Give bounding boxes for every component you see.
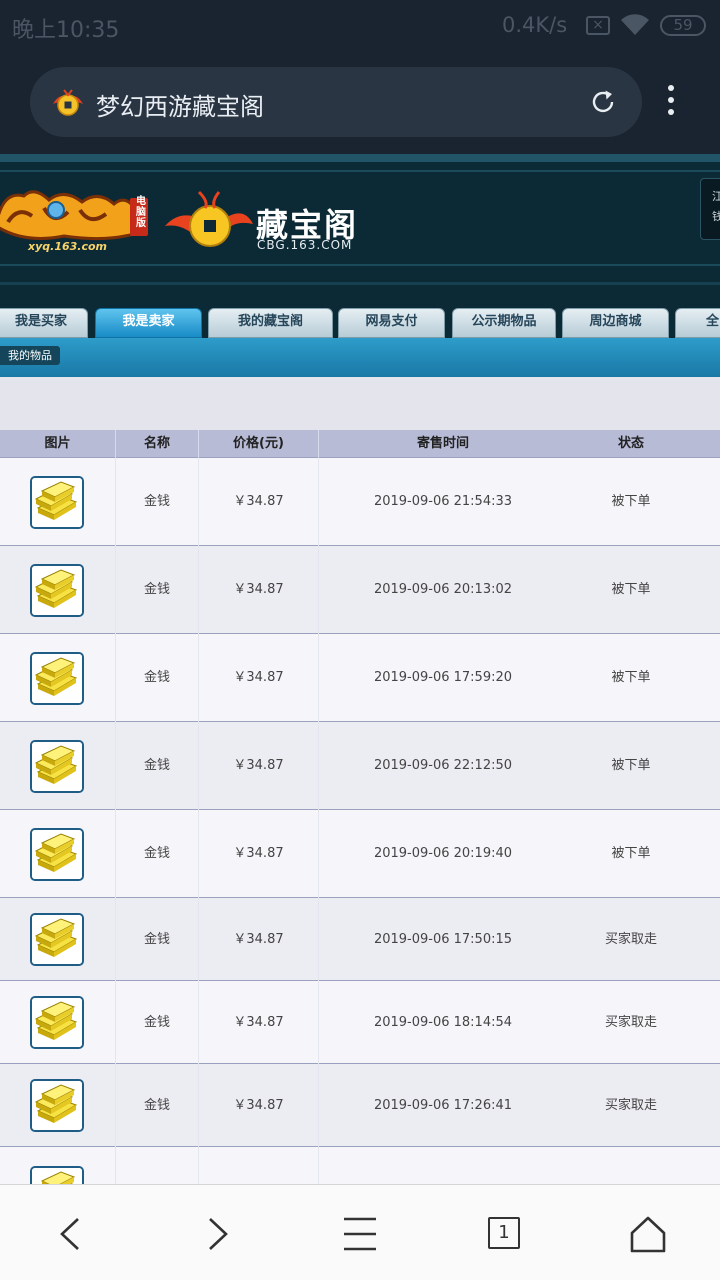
gold-item-icon[interactable]: [30, 740, 84, 793]
gold-item-icon[interactable]: [30, 828, 84, 881]
game-site-url: xyq.163.com: [28, 240, 107, 253]
item-status: 被下单: [611, 758, 651, 773]
item-status: 买家取走: [604, 1015, 657, 1030]
item-price: ￥34.87: [233, 494, 284, 509]
browser-screen: 晚上10:35 0.4K/s × 59 梦幻西游藏宝阁 xyq.163.com …: [0, 0, 720, 1280]
col-status: 状态: [617, 436, 644, 451]
browser-bottom-nav: 1: [0, 1184, 720, 1280]
item-price: ￥34.87: [233, 932, 284, 947]
item-name: 金钱: [143, 758, 170, 773]
table-row[interactable]: 金钱 ￥34.87 2019-09-06 22:12:50 被下单: [0, 722, 720, 810]
gold-item-icon[interactable]: [30, 476, 84, 529]
tabs-icon[interactable]: 1: [474, 1211, 534, 1257]
item-price: ￥34.87: [233, 846, 284, 861]
gold-item-icon[interactable]: [30, 564, 84, 617]
item-price: ￥34.87: [233, 670, 284, 685]
item-name: 金钱: [143, 932, 170, 947]
listing-time: 2019-09-06 17:50:15: [373, 932, 513, 947]
col-price: 价格(元): [233, 436, 284, 451]
status-time: 晚上10:35: [12, 18, 120, 43]
tab-more[interactable]: 全: [675, 308, 720, 338]
table-row[interactable]: [0, 1147, 720, 1184]
side-text-2: 钱: [712, 210, 720, 223]
item-price: ￥34.87: [233, 1015, 284, 1030]
item-status: 被下单: [611, 670, 651, 685]
back-icon[interactable]: [40, 1211, 100, 1257]
menu-icon[interactable]: [330, 1211, 390, 1257]
table-row[interactable]: 金钱 ￥34.87 2019-09-06 20:19:40 被下单: [0, 810, 720, 898]
tab-public-items[interactable]: 公示期物品: [452, 308, 556, 338]
tab-count: 1: [488, 1217, 520, 1249]
home-icon[interactable]: [618, 1211, 678, 1257]
listing-time: 2019-09-06 20:13:02: [373, 582, 513, 597]
listing-time: 2019-09-06 21:54:33: [373, 494, 513, 509]
address-bar[interactable]: 梦幻西游藏宝阁: [30, 67, 642, 137]
gold-item-icon[interactable]: [30, 652, 84, 705]
status-bar: 晚上10:35 0.4K/s × 59: [0, 0, 720, 52]
gold-item-icon[interactable]: [30, 996, 84, 1049]
no-sim-icon: ×: [586, 16, 610, 35]
cbg-url: CBG.163.COM: [257, 238, 353, 252]
item-name: 金钱: [143, 582, 170, 597]
item-name: 金钱: [143, 670, 170, 685]
site-banner: xyq.163.com 电脑版 藏宝阁 CBG.163.COM 江 钱: [0, 154, 720, 302]
tab-netease-pay[interactable]: 网易支付: [338, 308, 445, 338]
item-price: ￥34.87: [233, 758, 284, 773]
cbg-logo-icon: [165, 190, 253, 247]
col-time: 寄售时间: [416, 436, 469, 451]
page-title: 梦幻西游藏宝阁: [96, 93, 264, 121]
filter-area: [0, 377, 720, 430]
item-name: 金钱: [143, 494, 170, 509]
item-name: 金钱: [143, 1098, 170, 1113]
side-text-1: 江: [712, 190, 720, 203]
gold-item-icon[interactable]: [30, 1166, 84, 1184]
tab-my-cbg[interactable]: 我的藏宝阁: [208, 308, 333, 338]
browser-toolbar: 梦幻西游藏宝阁: [0, 52, 720, 154]
item-table: 金钱 ￥34.87 2019-09-06 21:54:33 被下单 金钱 ￥34.87 20…: [0, 458, 720, 1184]
item-name: 金钱: [143, 1015, 170, 1030]
tab-merch-store[interactable]: 周边商城: [562, 308, 669, 338]
item-status: 被下单: [611, 582, 651, 597]
main-tabs: 我是买家 我是卖家 我的藏宝阁 网易支付 公示期物品 周边商城 全: [0, 302, 720, 338]
item-status: 买家取走: [604, 1098, 657, 1113]
table-row[interactable]: 金钱 ￥34.87 2019-09-06 17:50:15 买家取走: [0, 898, 720, 981]
network-speed: 0.4K/s: [502, 13, 568, 37]
listing-time: 2019-09-06 22:12:50: [373, 758, 513, 773]
tab-seller[interactable]: 我是卖家: [95, 308, 202, 338]
table-row[interactable]: 金钱 ￥34.87 2019-09-06 21:54:33 被下单: [0, 458, 720, 546]
table-header: 图片 名称 价格(元) 寄售时间 状态: [0, 430, 720, 458]
table-row[interactable]: 金钱 ￥34.87 2019-09-06 18:14:54 买家取走: [0, 981, 720, 1064]
tab-buyer[interactable]: 我是买家: [0, 308, 88, 338]
item-status: 买家取走: [604, 932, 657, 947]
reload-icon[interactable]: [588, 87, 618, 117]
item-status: 被下单: [611, 846, 651, 861]
item-price: ￥34.87: [233, 1098, 284, 1113]
site-favicon-icon: [53, 89, 83, 116]
sub-navigation: 我的物品: [0, 338, 720, 377]
listing-time: 2019-09-06 20:19:40: [373, 846, 513, 861]
gold-item-icon[interactable]: [30, 1079, 84, 1132]
table-row[interactable]: 金钱 ￥34.87 2019-09-06 17:59:20 被下单: [0, 634, 720, 722]
game-edition-badge: 电脑版: [136, 196, 146, 229]
forward-icon[interactable]: [188, 1211, 248, 1257]
listing-time: 2019-09-06 17:26:41: [373, 1098, 513, 1113]
table-row[interactable]: 金钱 ￥34.87 2019-09-06 17:26:41 买家取走: [0, 1064, 720, 1147]
item-status: 被下单: [611, 494, 651, 509]
table-row[interactable]: 金钱 ￥34.87 2019-09-06 20:13:02 被下单: [0, 546, 720, 634]
item-price: ￥34.87: [233, 582, 284, 597]
battery-icon: 59: [660, 15, 706, 36]
item-name: 金钱: [143, 846, 170, 861]
listing-time: 2019-09-06 18:14:54: [373, 1015, 513, 1030]
more-menu-icon[interactable]: [668, 85, 674, 121]
side-widget[interactable]: 江 钱: [700, 178, 720, 240]
wifi-icon: [621, 14, 649, 36]
col-image: 图片: [44, 436, 71, 451]
listing-time: 2019-09-06 17:59:20: [373, 670, 513, 685]
my-items-button[interactable]: 我的物品: [0, 346, 60, 365]
gold-item-icon[interactable]: [30, 913, 84, 966]
col-name: 名称: [143, 436, 170, 451]
